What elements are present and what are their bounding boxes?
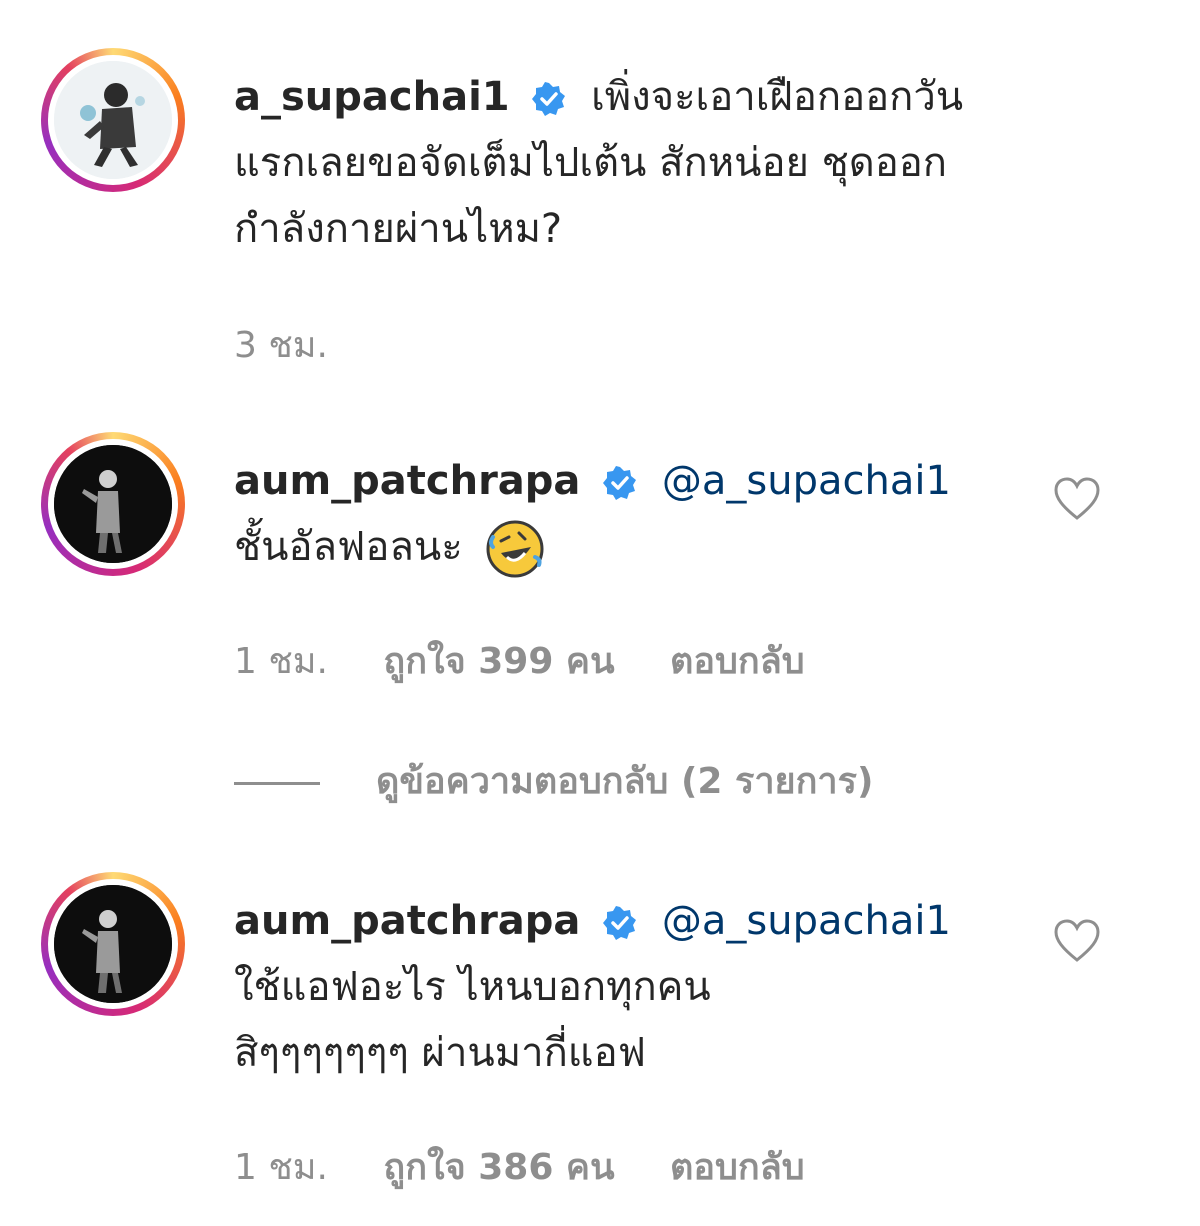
view-replies-label: ดูข้อความตอบกลับ (2 รายการ) [376, 761, 874, 802]
replies-divider [234, 781, 320, 785]
avatar-photo [54, 61, 172, 179]
avatar-aum-patchrapa[interactable] [41, 872, 185, 1016]
like-heart-icon[interactable] [1052, 918, 1102, 964]
username[interactable]: aum_patchrapa [234, 458, 580, 504]
likes-count[interactable]: ถูกใจ 399 คน [383, 641, 614, 682]
verified-badge-icon [603, 466, 637, 500]
comment-text-line: สิๆๆๆๆๆๆๆ ผ่านมากี่แอฟ [234, 1030, 646, 1076]
reply-button[interactable]: ตอบกลับ [670, 641, 805, 682]
timestamp: 3 ชม. [234, 325, 328, 366]
mention-link[interactable]: @a_supachai1 [662, 458, 951, 504]
like-heart-icon[interactable] [1052, 476, 1102, 522]
avatar-aum-patchrapa[interactable] [41, 432, 185, 576]
timestamp: 1 ชม. [234, 641, 328, 682]
comment-text: ชั้นอัลฟอลนะ [234, 524, 463, 570]
comment-text-line: กำลังกายผ่านไหม? [234, 206, 563, 252]
view-replies-link[interactable]: ดูข้อความตอบกลับ (2 รายการ) [234, 752, 873, 809]
likes-count[interactable]: ถูกใจ 386 คน [383, 1147, 614, 1188]
username[interactable]: a_supachai1 [234, 74, 510, 120]
comment-meta: 3 ชม. [234, 316, 372, 373]
avatar-photo [54, 885, 172, 1003]
username[interactable]: aum_patchrapa [234, 898, 580, 944]
comment-meta: 1 ชม. ถูกใจ 386 คน ตอบกลับ [234, 1138, 849, 1195]
mention-link[interactable]: @a_supachai1 [662, 898, 951, 944]
comment-meta: 1 ชม. ถูกใจ 399 คน ตอบกลับ [234, 632, 849, 689]
timestamp: 1 ชม. [234, 1147, 328, 1188]
verified-badge-icon [603, 906, 637, 940]
comment-text-line: แรกเลยขอจัดเต็มไปเต้น สักหน่อย ชุดออก [234, 140, 948, 186]
reply-button[interactable]: ตอบกลับ [670, 1147, 805, 1188]
verified-badge-icon [532, 82, 566, 116]
comment-text: เพิ่งจะเอาเฝือกออกวัน [591, 74, 964, 120]
rolling-on-floor-laughing-emoji-icon [486, 520, 544, 578]
avatar-photo [54, 445, 172, 563]
avatar-a-supachai1[interactable] [41, 48, 185, 192]
comment-text: ใช้แอฟอะไร ไหนบอกทุกคน [234, 964, 711, 1010]
